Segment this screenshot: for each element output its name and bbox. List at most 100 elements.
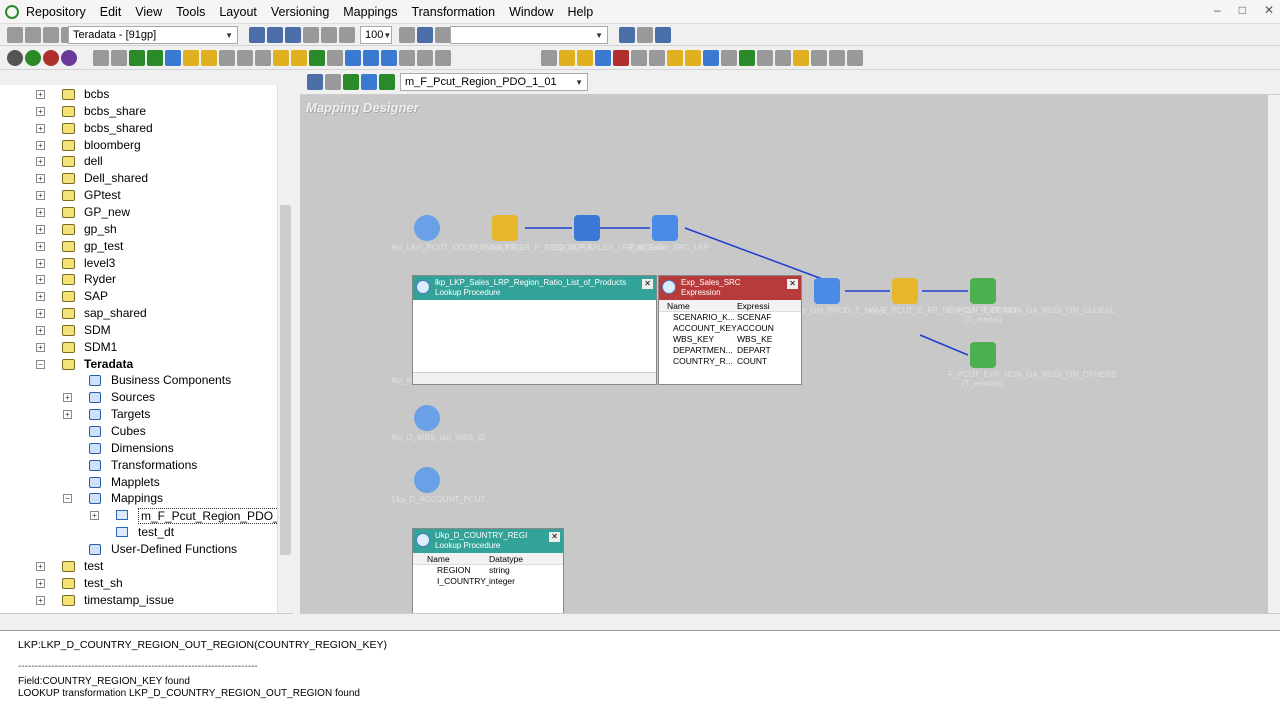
expression-icon[interactable] xyxy=(363,50,379,66)
sql-icon[interactable] xyxy=(541,50,557,66)
tree-folder[interactable]: + gp_sh xyxy=(0,221,292,238)
tree-subfolder[interactable]: + Targets xyxy=(0,406,292,423)
folder-combo[interactable]: Teradata - [91gp] ▼ xyxy=(68,26,238,44)
tx13-icon[interactable] xyxy=(775,50,791,66)
expand-icon[interactable]: + xyxy=(36,224,45,234)
menu-window[interactable]: Window xyxy=(509,5,553,19)
tree-folder[interactable]: + bcbs_shared xyxy=(0,120,292,137)
target-icon[interactable] xyxy=(147,50,163,66)
tree-subfolder[interactable]: + Sources xyxy=(0,389,292,406)
find-icon[interactable] xyxy=(417,27,433,43)
tx15-icon[interactable] xyxy=(811,50,827,66)
tx10-icon[interactable] xyxy=(721,50,737,66)
menu-transformation[interactable]: Transformation xyxy=(411,5,495,19)
source-icon[interactable] xyxy=(129,50,145,66)
tree-folder[interactable]: + GPtest xyxy=(0,187,292,204)
expand-icon[interactable]: + xyxy=(36,241,45,251)
target-others-node[interactable]: F_PCUT_EXP_NON_GA_REGI_ON_OTHERS (T_erad… xyxy=(948,342,1116,388)
union-icon[interactable] xyxy=(327,50,343,66)
m-circle-icon[interactable] xyxy=(61,50,77,66)
connect-icon[interactable] xyxy=(7,27,23,43)
tree-folder[interactable]: + SDM xyxy=(0,322,292,339)
tx3-icon[interactable] xyxy=(595,50,611,66)
expand-icon[interactable]: + xyxy=(36,342,45,352)
menu-tools[interactable]: Tools xyxy=(176,5,205,19)
d-circle-icon[interactable] xyxy=(25,50,41,66)
tx17-icon[interactable] xyxy=(847,50,863,66)
router-icon[interactable] xyxy=(273,50,289,66)
rank-icon[interactable] xyxy=(219,50,235,66)
expand-icon[interactable]: + xyxy=(36,90,45,99)
tree-subfolder[interactable]: Cubes xyxy=(0,423,292,440)
expand-icon[interactable]: + xyxy=(63,393,72,403)
tree-subfolder[interactable]: − Mappings xyxy=(0,490,292,507)
expand-icon[interactable]: + xyxy=(36,275,45,285)
sq-lkp-node[interactable]: SQ_LKP_SALES_LRP_REGIO... xyxy=(552,215,670,252)
restore-icon[interactable]: □ xyxy=(1239,3,1246,17)
navigator-scrollbar[interactable] xyxy=(277,85,293,613)
scroll-thumb[interactable] xyxy=(280,205,291,555)
tree-folder[interactable]: + bcbs xyxy=(0,86,292,103)
tx16-icon[interactable] xyxy=(829,50,845,66)
expression-window-header[interactable]: Exp_Sales_SRC Expression ✕ xyxy=(659,276,801,300)
expand-icon[interactable]: + xyxy=(36,595,45,605)
expand-icon[interactable]: + xyxy=(36,561,45,571)
layout2-icon[interactable] xyxy=(267,27,283,43)
port-row[interactable]: DEPARTMEN... DEPART xyxy=(659,345,801,356)
expand-icon[interactable]: + xyxy=(36,191,45,201)
sq-icon[interactable] xyxy=(381,50,397,66)
expand-icon[interactable]: + xyxy=(36,207,45,217)
canvas-tool4-icon[interactable] xyxy=(361,74,377,90)
lookup-window-scroll[interactable] xyxy=(413,372,656,384)
expand-icon[interactable]: + xyxy=(36,578,45,588)
tree-folder-teradata[interactable]: − Teradata xyxy=(0,356,292,373)
tx2-icon[interactable] xyxy=(577,50,593,66)
sum-icon[interactable] xyxy=(201,50,217,66)
tx-icon[interactable] xyxy=(559,50,575,66)
link-icon[interactable] xyxy=(111,50,127,66)
country-lookup-window[interactable]: Ukp_D_COUNTRY_REGI Lookup Procedure ✕ Na… xyxy=(412,528,564,613)
tree-folder[interactable]: + dell xyxy=(0,153,292,170)
minimize-icon[interactable]: – xyxy=(1214,3,1221,17)
menu-help[interactable]: Help xyxy=(568,5,594,19)
port-row[interactable]: COUNTRY_R... COUNT xyxy=(659,356,801,367)
lookup-icon[interactable] xyxy=(345,50,361,66)
xml2-icon[interactable] xyxy=(417,50,433,66)
mapping-canvas[interactable]: Mapping Designer lkp_LKP_PCUT_CODE_DMaa_… xyxy=(300,95,1268,613)
tx6-icon[interactable] xyxy=(649,50,665,66)
exp-sales-node[interactable]: Exp_Sales_SRC_LKP xyxy=(630,215,709,252)
canvas-hscroll[interactable] xyxy=(300,613,1280,630)
blank-combo[interactable]: ▼ xyxy=(450,26,608,44)
joiner-icon[interactable] xyxy=(291,50,307,66)
layout-icon[interactable] xyxy=(249,27,265,43)
seq-icon[interactable] xyxy=(237,50,253,66)
open-icon[interactable] xyxy=(43,27,59,43)
menu-layout[interactable]: Layout xyxy=(219,5,257,19)
tx9-icon[interactable] xyxy=(703,50,719,66)
tree-folder[interactable]: + level3 xyxy=(0,255,292,272)
tree-subfolder[interactable]: Dimensions xyxy=(0,440,292,457)
menu-mappings[interactable]: Mappings xyxy=(343,5,397,19)
menu-repository[interactable]: Repository xyxy=(26,5,86,19)
expand-icon[interactable]: + xyxy=(36,258,45,268)
tree-folder[interactable]: + test_sh xyxy=(0,575,292,592)
expand-icon[interactable]: + xyxy=(90,511,99,521)
close-icon[interactable]: ✕ xyxy=(549,532,560,542)
expand-icon[interactable]: + xyxy=(36,140,45,150)
w-circle-icon[interactable] xyxy=(43,50,59,66)
expand-icon[interactable]: + xyxy=(36,106,45,116)
zoom-icon[interactable] xyxy=(303,27,319,43)
mapping-combo[interactable]: m_F_Pcut_Region_PDO_1_01 ▼ xyxy=(400,73,588,91)
aggregator-icon[interactable] xyxy=(165,50,181,66)
expand-icon[interactable]: + xyxy=(36,325,45,335)
tree-mapping[interactable]: + m_F_Pcut_Region_PDO_1_01 xyxy=(0,507,292,525)
xml3-icon[interactable] xyxy=(435,50,451,66)
tx4-icon[interactable] xyxy=(613,50,629,66)
filter-icon[interactable] xyxy=(183,50,199,66)
tree-mapping[interactable]: test_dt xyxy=(0,524,292,541)
tree-subfolder[interactable]: Business Components xyxy=(0,372,292,389)
tx14-icon[interactable] xyxy=(793,50,809,66)
r-circle-icon[interactable] xyxy=(7,50,23,66)
tree-subfolder-udf[interactable]: User-Defined Functions xyxy=(0,541,292,558)
zoom-out-icon[interactable] xyxy=(339,27,355,43)
